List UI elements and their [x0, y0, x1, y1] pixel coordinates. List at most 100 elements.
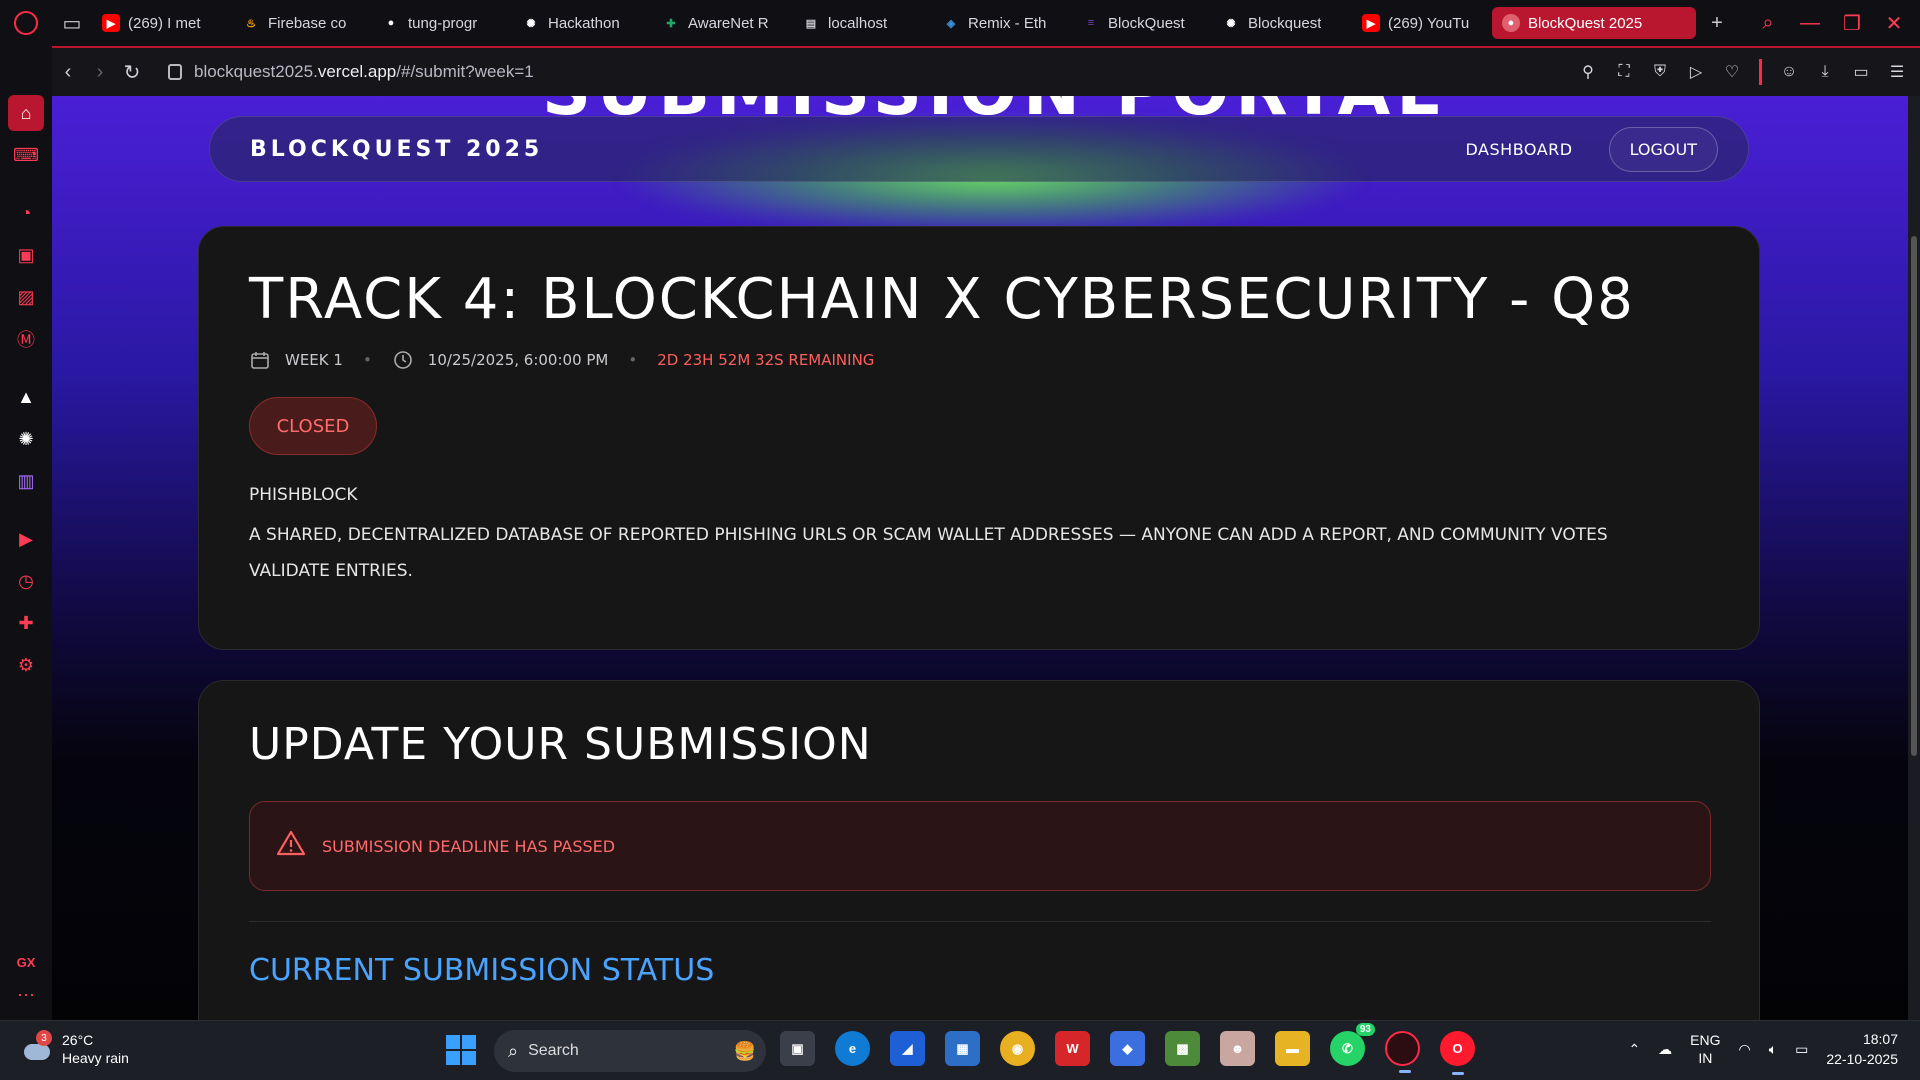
- opera-logo-icon[interactable]: [0, 0, 52, 46]
- player-icon[interactable]: ▶: [8, 521, 44, 557]
- restore-icon[interactable]: ❐: [1842, 11, 1862, 36]
- forward-icon[interactable]: ›: [84, 61, 116, 84]
- adblock-icon[interactable]: ⛨: [1651, 63, 1669, 81]
- file-explorer-icon[interactable]: ▬: [1275, 1031, 1310, 1066]
- more-icon[interactable]: ⋯: [17, 985, 35, 1006]
- search-icon[interactable]: ⌕: [1758, 12, 1778, 35]
- minimize-icon[interactable]: —: [1800, 12, 1820, 35]
- clock[interactable]: 18:07 22-10-2025: [1826, 1029, 1898, 1069]
- opera-gx-icon[interactable]: [1385, 1031, 1420, 1073]
- cleaner-icon[interactable]: ▨: [8, 279, 44, 315]
- page-viewport: SUBMISSION PORTAL BLOCKQUEST 2025 DASHBO…: [52, 96, 1908, 1020]
- new-tab-button[interactable]: +: [1704, 12, 1730, 35]
- submission-title: UPDATE YOUR SUBMISSION: [249, 719, 872, 770]
- download-icon[interactable]: ⤓: [1816, 63, 1834, 81]
- snapshot-icon[interactable]: ⛶: [1615, 63, 1633, 81]
- whatsapp-icon[interactable]: ✆ 93: [1330, 1023, 1375, 1066]
- windows-start-icon[interactable]: [446, 1035, 476, 1065]
- tab[interactable]: ✺ Hackathon: [512, 7, 652, 39]
- menu-icon[interactable]: ☰: [1888, 62, 1906, 82]
- tab[interactable]: ◈ Remix - Eth: [932, 7, 1072, 39]
- tab[interactable]: ● tung-progr: [372, 7, 512, 39]
- url-domain: vercel.app: [317, 62, 397, 81]
- opera-icon[interactable]: O: [1440, 1031, 1475, 1075]
- chatgpt-icon[interactable]: ✺: [8, 421, 44, 457]
- taskbar-search[interactable]: ⌕ Search 🍔: [494, 1030, 766, 1072]
- vscode-icon[interactable]: ◢: [890, 1031, 925, 1066]
- weather-temp: 26°C: [62, 1032, 94, 1048]
- scrollbar-thumb[interactable]: [1911, 236, 1917, 756]
- back-icon[interactable]: ‹: [52, 61, 84, 84]
- extensions-icon[interactable]: ✚: [8, 605, 44, 641]
- mods-icon[interactable]: Ⓜ: [8, 321, 44, 357]
- windows-taskbar: 3 26°C Heavy rain ⌕ Search 🍔 ▣ e ◢ ▦ ◉ W…: [0, 1020, 1920, 1080]
- twitch-icon[interactable]: ▥: [8, 463, 44, 499]
- tab-label: (269) I met: [128, 14, 201, 32]
- volume-icon[interactable]: 🔈︎: [1769, 1041, 1777, 1058]
- language-indicator[interactable]: ENG IN: [1690, 1031, 1720, 1067]
- wps-icon[interactable]: W: [1055, 1031, 1090, 1066]
- warning-icon: [276, 829, 306, 864]
- weather-widget[interactable]: 3 26°C Heavy rain: [22, 1030, 129, 1067]
- opera-sidebar: ⌂ ⌨ ◔ ▣ ▨ Ⓜ ▲ ✺ ▥ ▶ ◷ ✚ ⚙ GX ⋯: [0, 46, 52, 1020]
- store-icon[interactable]: ▦: [945, 1031, 980, 1066]
- time-remaining: 2D 23H 52M 32S REMAINING: [657, 351, 875, 369]
- tab[interactable]: ✚ AwareNet R: [652, 7, 792, 39]
- aria-icon[interactable]: ▲: [8, 379, 44, 415]
- history-icon[interactable]: ◷: [8, 563, 44, 599]
- minecraft-icon[interactable]: ▩: [1165, 1031, 1200, 1066]
- tab[interactable]: ▶ (269) I met: [92, 7, 232, 39]
- tab[interactable]: ▶ (269) YouTu: [1352, 7, 1492, 39]
- game-icon[interactable]: ☻: [1220, 1031, 1255, 1066]
- deadline-alert: SUBMISSION DEADLINE HAS PASSED: [249, 801, 1711, 891]
- roblox-icon[interactable]: ◆: [1110, 1031, 1145, 1066]
- gx-icon[interactable]: GX: [17, 955, 36, 970]
- meta-separator: •: [362, 351, 372, 369]
- wifi-icon[interactable]: ◠: [1739, 1041, 1751, 1058]
- home-icon[interactable]: ⌂: [8, 95, 44, 131]
- status-badge: CLOSED: [249, 397, 377, 455]
- close-icon[interactable]: ✕: [1884, 11, 1904, 36]
- project-description: A shared, decentralized database of repo…: [249, 525, 1608, 581]
- tab-label: BlockQuest: [1108, 14, 1185, 32]
- tab[interactable]: ▤ localhost: [792, 7, 932, 39]
- weather-badge: 3: [36, 1030, 52, 1046]
- send-icon[interactable]: ▷: [1687, 62, 1705, 82]
- taskbar-apps: ▣ e ◢ ▦ ◉ W ◆ ▩ ☻ ▬ ✆ 93 O: [780, 1023, 1475, 1075]
- edge-icon[interactable]: e: [835, 1031, 870, 1066]
- youtube-icon: ▶: [102, 14, 120, 32]
- tab-label: tung-progr: [408, 14, 478, 32]
- site-icon: ●: [1502, 14, 1520, 32]
- logout-button[interactable]: LOGOUT: [1608, 126, 1718, 172]
- submission-card: UPDATE YOUR SUBMISSION SUBMISSION DEADLI…: [198, 680, 1760, 1020]
- profile-icon[interactable]: ☺: [1780, 63, 1798, 81]
- address-bar: ‹ › ↻ blockquest2025.vercel.app/#/submit…: [52, 46, 1920, 96]
- battery-icon[interactable]: ▭: [1852, 62, 1870, 82]
- site-brand[interactable]: BLOCKQUEST 2025: [250, 137, 543, 162]
- tab-search-icon[interactable]: ▭: [52, 11, 92, 36]
- page-scrollbar[interactable]: [1908, 96, 1920, 1020]
- settings-icon[interactable]: ⚙: [8, 647, 44, 683]
- challenge-meta: WEEK 1 • 10/25/2025, 6:00:00 PM • 2D 23H…: [249, 349, 874, 371]
- challenge-card: TRACK 4: BLOCKCHAIN X CYBERSECURITY - Q8…: [198, 226, 1760, 650]
- forms-icon: ≡: [1087, 17, 1095, 29]
- dashboard-link[interactable]: DASHBOARD: [1466, 140, 1573, 159]
- tab[interactable]: ≡ BlockQuest: [1072, 7, 1212, 39]
- tab[interactable]: ✺ Blockquest: [1212, 7, 1352, 39]
- clock-time: 18:07: [1862, 1031, 1898, 1047]
- gx-store-icon[interactable]: ▣: [8, 237, 44, 273]
- chrome-icon[interactable]: ◉: [1000, 1031, 1035, 1066]
- onedrive-icon[interactable]: ☁: [1658, 1041, 1672, 1058]
- task-view-icon[interactable]: ▣: [780, 1031, 815, 1066]
- pin-icon[interactable]: ⚲: [1579, 62, 1597, 82]
- url-field[interactable]: blockquest2025.vercel.app/#/submit?week=…: [168, 62, 534, 82]
- heart-icon[interactable]: ♡: [1723, 62, 1741, 82]
- speed-icon[interactable]: ◔: [8, 195, 44, 231]
- tab-active[interactable]: ● BlockQuest 2025: [1492, 7, 1696, 39]
- tab[interactable]: ♨ Firebase co: [232, 7, 372, 39]
- gamepad-icon[interactable]: ⌨: [8, 137, 44, 173]
- chevron-up-icon[interactable]: ⌃: [1628, 1041, 1640, 1058]
- battery-icon[interactable]: ▭: [1795, 1041, 1808, 1058]
- alert-message: SUBMISSION DEADLINE HAS PASSED: [322, 836, 616, 856]
- reload-icon[interactable]: ↻: [116, 60, 148, 85]
